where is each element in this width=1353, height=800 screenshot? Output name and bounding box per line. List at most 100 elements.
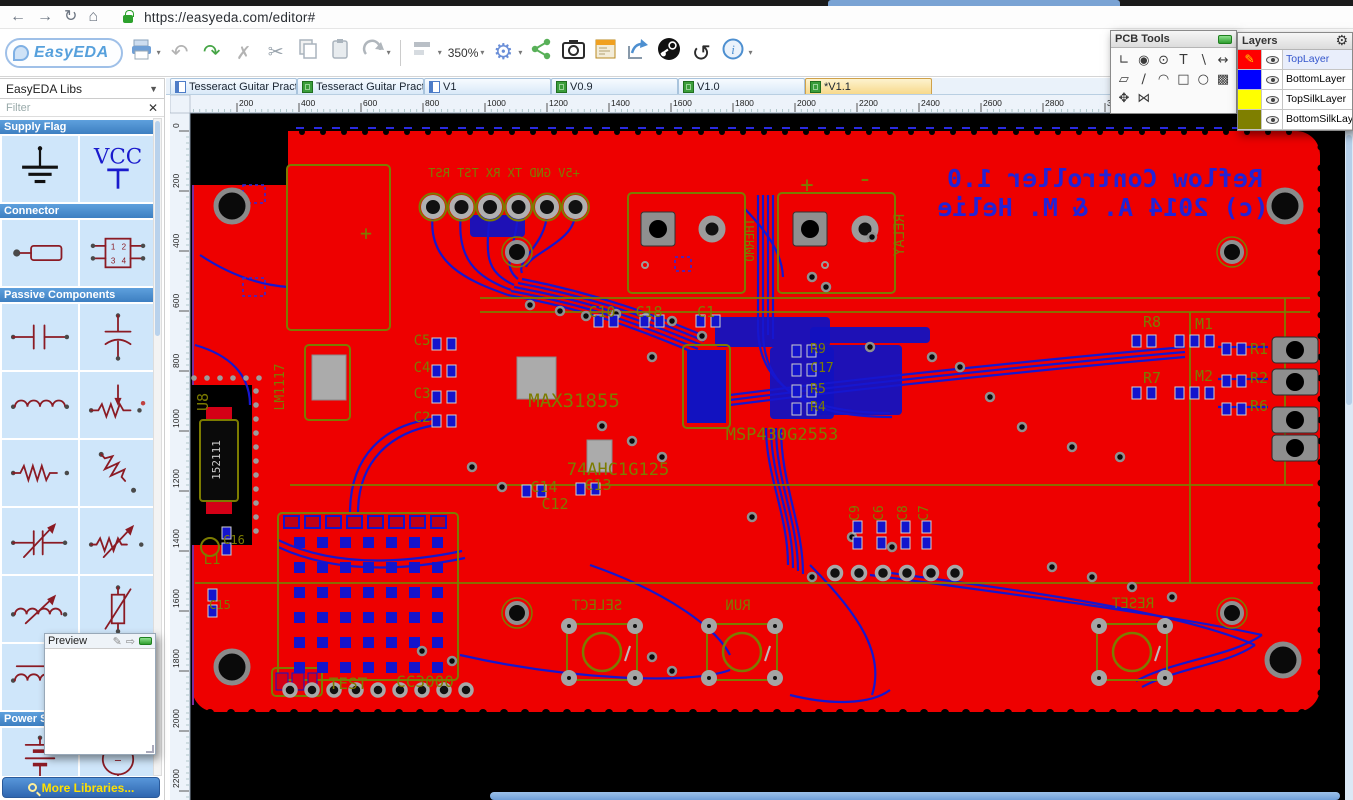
preview-titlebar[interactable]: Preview ✎ ⇨: [45, 634, 155, 649]
brush-tool[interactable]: ∕: [1134, 70, 1154, 89]
layers-settings-gear-icon[interactable]: ⚙: [1335, 33, 1348, 49]
arc-tool[interactable]: ◠: [1154, 70, 1174, 89]
active-layer-pencil-icon[interactable]: ✎: [1238, 50, 1262, 69]
forward-icon[interactable]: →: [37, 9, 53, 25]
layer-color-swatch[interactable]: [1238, 70, 1262, 89]
layer-name[interactable]: BottomSilkLay...: [1283, 110, 1352, 129]
bom-ruler-icon[interactable]: [592, 37, 618, 68]
settings-dropdown-caret[interactable]: ▾: [518, 48, 522, 57]
library-item-conn4[interactable]: 1234: [80, 220, 156, 286]
library-item-cap-pol[interactable]: [80, 304, 156, 370]
info-icon[interactable]: i: [720, 37, 746, 68]
track-tool[interactable]: ∟: [1114, 51, 1134, 70]
eye-icon[interactable]: [1266, 76, 1279, 84]
zoom-level[interactable]: 350%: [448, 46, 479, 60]
layer-color-swatch[interactable]: [1238, 90, 1262, 109]
filter-input[interactable]: Filter ✕: [0, 99, 164, 117]
export-icon[interactable]: [624, 37, 650, 68]
document-tab[interactable]: V0.9: [551, 78, 678, 94]
reload-icon[interactable]: ↻: [64, 9, 77, 25]
text-tool[interactable]: T: [1174, 51, 1194, 70]
library-item-pin[interactable]: [2, 220, 78, 286]
back-icon[interactable]: ←: [10, 9, 26, 25]
library-item-inductor[interactable]: [2, 372, 78, 438]
undo-icon[interactable]: ↶: [167, 40, 193, 66]
pcb-canvas[interactable]: Reflow Controller 1.0(c) 2014 A. & M. He…: [170, 95, 1353, 800]
rect-tool[interactable]: □: [1174, 70, 1194, 89]
eye-icon[interactable]: [1266, 96, 1279, 104]
align-icon[interactable]: [410, 37, 436, 68]
canvas-vscrollbar[interactable]: [1345, 95, 1353, 800]
libs-select[interactable]: EasyEDA Libs ▼: [0, 79, 164, 99]
dimension-tool[interactable]: ↔: [1213, 51, 1233, 70]
layer-visibility-cell[interactable]: [1262, 70, 1283, 89]
library-item-resistor[interactable]: [2, 440, 78, 506]
library-item-resistor-diag[interactable]: [80, 440, 156, 506]
layer-visibility-cell[interactable]: [1262, 50, 1283, 69]
rotate-icon[interactable]: [359, 37, 385, 68]
library-item-vcc[interactable]: VCC: [80, 136, 156, 202]
layer-visibility-cell[interactable]: [1262, 90, 1283, 109]
circle-tool[interactable]: ○: [1193, 70, 1213, 89]
library-item-potentiometer[interactable]: [80, 372, 156, 438]
url-text[interactable]: https://easyeda.com/editor#: [144, 10, 315, 25]
document-tab[interactable]: Tesseract Guitar Pract...: [170, 78, 297, 94]
settings-gear-icon[interactable]: ⚙: [490, 40, 516, 66]
copy-icon[interactable]: [295, 37, 321, 68]
history-icon[interactable]: ↺: [688, 40, 714, 66]
pcb-tools-minimize-icon[interactable]: [1218, 35, 1232, 44]
share-icon[interactable]: [528, 37, 554, 68]
library-item-cap-trimmer[interactable]: [2, 508, 78, 574]
library-item-cap[interactable]: [2, 304, 78, 370]
delete-icon[interactable]: ✗: [231, 40, 257, 66]
library-item-gnd[interactable]: [2, 136, 78, 202]
preview-minimize-icon[interactable]: [139, 637, 152, 645]
pad-tool[interactable]: ◉: [1134, 51, 1154, 70]
canvas-hscrollbar-thumb[interactable]: [490, 792, 1340, 800]
layer-row[interactable]: BottomLayer: [1238, 70, 1352, 90]
zoom-dropdown-caret[interactable]: ▾: [480, 48, 484, 57]
line-tool[interactable]: ∖: [1193, 51, 1213, 70]
filter-clear-icon[interactable]: ✕: [148, 101, 158, 115]
tab-label: V0.9: [570, 81, 593, 93]
preview-resize-handle[interactable]: [146, 745, 154, 753]
snapshot-camera-icon[interactable]: [560, 37, 586, 68]
eye-icon[interactable]: [1266, 116, 1279, 124]
layer-name[interactable]: BottomLayer: [1283, 70, 1352, 89]
open-file-icon[interactable]: [129, 37, 155, 68]
document-tab[interactable]: Tesseract Guitar Pract...: [297, 78, 424, 94]
paste-icon[interactable]: [327, 37, 353, 68]
layer-color-swatch[interactable]: [1238, 110, 1262, 129]
steam-icon[interactable]: [656, 36, 682, 69]
home-icon[interactable]: ⌂: [88, 9, 98, 25]
layer-name[interactable]: TopLayer: [1283, 50, 1352, 69]
via-tool[interactable]: ⊙: [1154, 51, 1174, 70]
polygon-tool[interactable]: ▱: [1114, 70, 1134, 89]
align-dropdown-caret[interactable]: ▾: [438, 48, 442, 57]
pcb-tools-titlebar[interactable]: PCB Tools: [1111, 31, 1236, 48]
layer-row[interactable]: TopSilkLayer: [1238, 90, 1352, 110]
rotate-dropdown-caret[interactable]: ▾: [387, 48, 391, 57]
layer-row[interactable]: BottomSilkLay...: [1238, 110, 1352, 130]
hand-tool[interactable]: ✥: [1114, 89, 1134, 108]
redo-icon[interactable]: ↷: [199, 40, 225, 66]
library-item-rheostat[interactable]: [80, 508, 156, 574]
preview-edit-pencil-icon[interactable]: ✎: [113, 635, 122, 648]
info-dropdown-caret[interactable]: ▾: [748, 48, 752, 57]
canvas-vscrollbar-thumb[interactable]: [1346, 135, 1352, 405]
eye-icon[interactable]: [1266, 56, 1279, 64]
document-tab[interactable]: *V1.1: [805, 78, 932, 94]
layer-name[interactable]: TopSilkLayer: [1283, 90, 1352, 109]
document-tab[interactable]: V1: [424, 78, 551, 94]
layers-titlebar[interactable]: Layers ⚙: [1238, 33, 1352, 50]
document-tab[interactable]: V1.0: [678, 78, 805, 94]
sidebar-scrollbar-thumb[interactable]: [155, 121, 160, 336]
layer-row[interactable]: ✎ TopLayer: [1238, 50, 1352, 70]
open-dropdown-caret[interactable]: ▾: [157, 48, 161, 57]
copper-area-tool[interactable]: ▩: [1213, 70, 1233, 89]
layer-visibility-cell[interactable]: [1262, 110, 1283, 129]
more-libraries-button[interactable]: More Libraries...: [2, 777, 160, 798]
preview-place-arrow-icon[interactable]: ⇨: [126, 635, 135, 648]
connection-tool[interactable]: ⋈: [1134, 89, 1154, 108]
cut-icon[interactable]: ✂: [263, 40, 289, 66]
